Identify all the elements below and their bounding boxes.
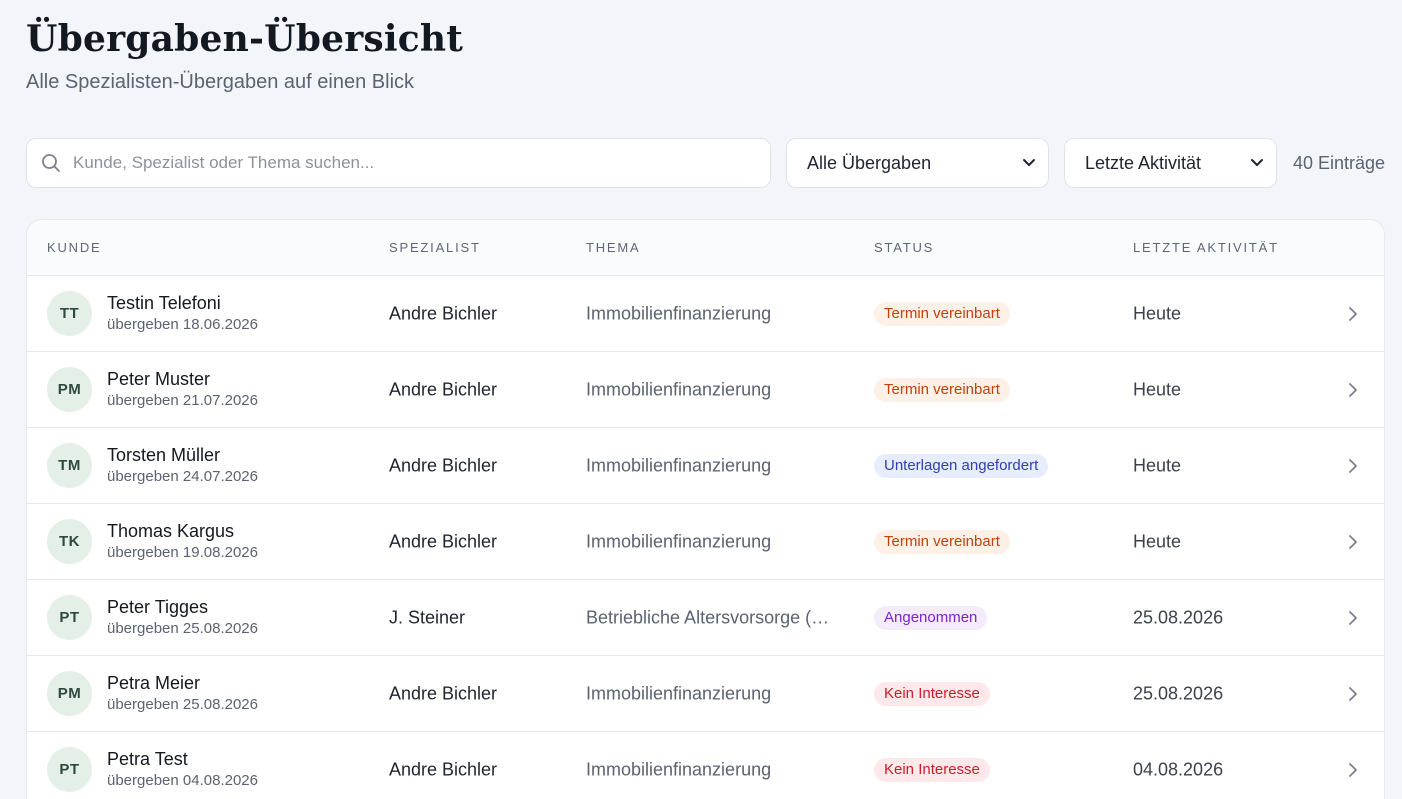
customer-name: Torsten Müller <box>107 445 221 465</box>
specialist-name: Andre Bichler <box>389 683 498 703</box>
status-cell: Kein Interesse <box>874 681 990 706</box>
customer-cell: PT Petra Test übergeben 04.08.2026 <box>47 747 258 792</box>
sort-select[interactable]: Letzte Aktivität <box>1064 138 1277 188</box>
specialist-name: Andre Bichler <box>389 379 498 399</box>
column-header-status: Status <box>874 240 935 255</box>
table-header: Kunde Spezialist Thema Status Letzte Akt… <box>27 220 1384 276</box>
table-row[interactable]: PT Petra Test übergeben 04.08.2026 Andre… <box>27 732 1384 799</box>
table-row[interactable]: TK Thomas Kargus übergeben 19.08.2026 An… <box>27 504 1384 580</box>
status-badge: Termin vereinbart <box>874 529 1010 554</box>
chevron-right-icon[interactable] <box>1343 608 1363 628</box>
table-row[interactable]: TM Torsten Müller übergeben 24.07.2026 A… <box>27 428 1384 504</box>
customer-name: Thomas Kargus <box>107 521 235 541</box>
customer-cell: TT Testin Telefoni übergeben 18.06.2026 <box>47 291 258 336</box>
filter-select-value: Alle Übergaben <box>807 152 932 173</box>
status-cell: Angenommen <box>874 605 988 630</box>
chevron-right-icon[interactable] <box>1343 380 1363 400</box>
customer-cell: TM Torsten Müller übergeben 24.07.2026 <box>47 443 258 488</box>
handover-date: übergeben 25.08.2026 <box>107 696 258 713</box>
last-activity: Heute <box>1133 303 1182 323</box>
customer-name: Petra Meier <box>107 673 201 693</box>
search-box[interactable] <box>26 138 771 188</box>
last-activity: 04.08.2026 <box>1133 759 1224 779</box>
table-row[interactable]: PM Peter Muster übergeben 21.07.2026 And… <box>27 352 1384 428</box>
handover-date: übergeben 24.07.2026 <box>107 468 258 485</box>
table-row[interactable]: PT Peter Tigges übergeben 25.08.2026 J. … <box>27 580 1384 656</box>
customer-name: Peter Tigges <box>107 597 209 617</box>
avatar: PT <box>47 747 92 792</box>
status-badge: Unterlagen angefordert <box>874 453 1049 478</box>
last-activity: Heute <box>1133 379 1182 399</box>
avatar: TT <box>47 291 92 336</box>
chevron-right-icon[interactable] <box>1343 304 1363 324</box>
status-cell: Termin vereinbart <box>874 529 1010 554</box>
page-title: Übergaben-Übersicht <box>26 18 464 60</box>
search-input[interactable] <box>73 153 733 173</box>
status-cell: Termin vereinbart <box>874 377 1010 402</box>
column-header-letzte-aktivitaet: Letzte Aktivität <box>1133 240 1279 255</box>
chevron-down-icon <box>1250 153 1264 174</box>
handover-date: übergeben 19.08.2026 <box>107 544 258 561</box>
filter-select[interactable]: Alle Übergaben <box>786 138 1049 188</box>
customer-cell: PM Petra Meier übergeben 25.08.2026 <box>47 671 258 716</box>
status-badge: Angenommen <box>874 605 988 630</box>
handover-date: übergeben 04.08.2026 <box>107 772 258 789</box>
table-row[interactable]: TT Testin Telefoni übergeben 18.06.2026 … <box>27 276 1384 352</box>
topic: Immobilienfinanzierung <box>586 379 772 399</box>
last-activity: 25.08.2026 <box>1133 607 1224 627</box>
customer-cell: TK Thomas Kargus übergeben 19.08.2026 <box>47 519 258 564</box>
chevron-down-icon <box>1022 153 1036 174</box>
search-icon <box>41 152 63 174</box>
column-header-kunde: Kunde <box>47 240 102 255</box>
specialist-name: Andre Bichler <box>389 303 498 323</box>
specialist-name: Andre Bichler <box>389 455 498 475</box>
table-row[interactable]: PM Petra Meier übergeben 25.08.2026 Andr… <box>27 656 1384 732</box>
topic: Immobilienfinanzierung <box>586 683 772 703</box>
avatar: PT <box>47 595 92 640</box>
column-header-thema: Thema <box>586 240 641 255</box>
handover-date: übergeben 21.07.2026 <box>107 392 258 409</box>
status-badge: Termin vereinbart <box>874 377 1010 402</box>
topic: Immobilienfinanzierung <box>586 759 772 779</box>
topic: Immobilienfinanzierung <box>586 455 772 475</box>
chevron-right-icon[interactable] <box>1343 760 1363 780</box>
customer-name: Testin Telefoni <box>107 293 221 313</box>
toolbar: Alle Übergaben Letzte Aktivität 40 Eintr… <box>26 138 1388 188</box>
status-cell: Unterlagen angefordert <box>874 453 1049 478</box>
status-cell: Termin vereinbart <box>874 301 1010 326</box>
customer-cell: PT Peter Tigges übergeben 25.08.2026 <box>47 595 258 640</box>
specialist-name: Andre Bichler <box>389 759 498 779</box>
avatar: PM <box>47 367 92 412</box>
entries-count: 40 Einträge <box>1293 152 1386 173</box>
customer-name: Petra Test <box>107 749 188 769</box>
avatar: PM <box>47 671 92 716</box>
last-activity: Heute <box>1133 531 1182 551</box>
last-activity: Heute <box>1133 455 1182 475</box>
topic: Immobilienfinanzierung <box>586 303 772 323</box>
handover-date: übergeben 25.08.2026 <box>107 620 258 637</box>
table-body: TT Testin Telefoni übergeben 18.06.2026 … <box>27 276 1384 799</box>
column-header-spezialist: Spezialist <box>389 240 481 255</box>
avatar: TM <box>47 443 92 488</box>
specialist-name: Andre Bichler <box>389 531 498 551</box>
sort-select-value: Letzte Aktivität <box>1085 152 1202 173</box>
specialist-name: J. Steiner <box>389 607 466 627</box>
last-activity: 25.08.2026 <box>1133 683 1224 703</box>
topic: Immobilienfinanzierung <box>586 531 772 551</box>
avatar: TK <box>47 519 92 564</box>
chevron-right-icon[interactable] <box>1343 456 1363 476</box>
status-badge: Kein Interesse <box>874 757 990 782</box>
customer-cell: PM Peter Muster übergeben 21.07.2026 <box>47 367 258 412</box>
handover-date: übergeben 18.06.2026 <box>107 316 258 333</box>
status-badge: Kein Interesse <box>874 681 990 706</box>
handover-table: Kunde Spezialist Thema Status Letzte Akt… <box>26 219 1385 799</box>
topic: Betriebliche Altersvorsorge (bAV) <box>586 607 831 627</box>
page-subtitle: Alle Spezialisten-Übergaben auf einen Bl… <box>26 71 415 93</box>
customer-name: Peter Muster <box>107 369 211 389</box>
chevron-right-icon[interactable] <box>1343 532 1363 552</box>
status-badge: Termin vereinbart <box>874 301 1010 326</box>
status-cell: Kein Interesse <box>874 757 990 782</box>
chevron-right-icon[interactable] <box>1343 684 1363 704</box>
